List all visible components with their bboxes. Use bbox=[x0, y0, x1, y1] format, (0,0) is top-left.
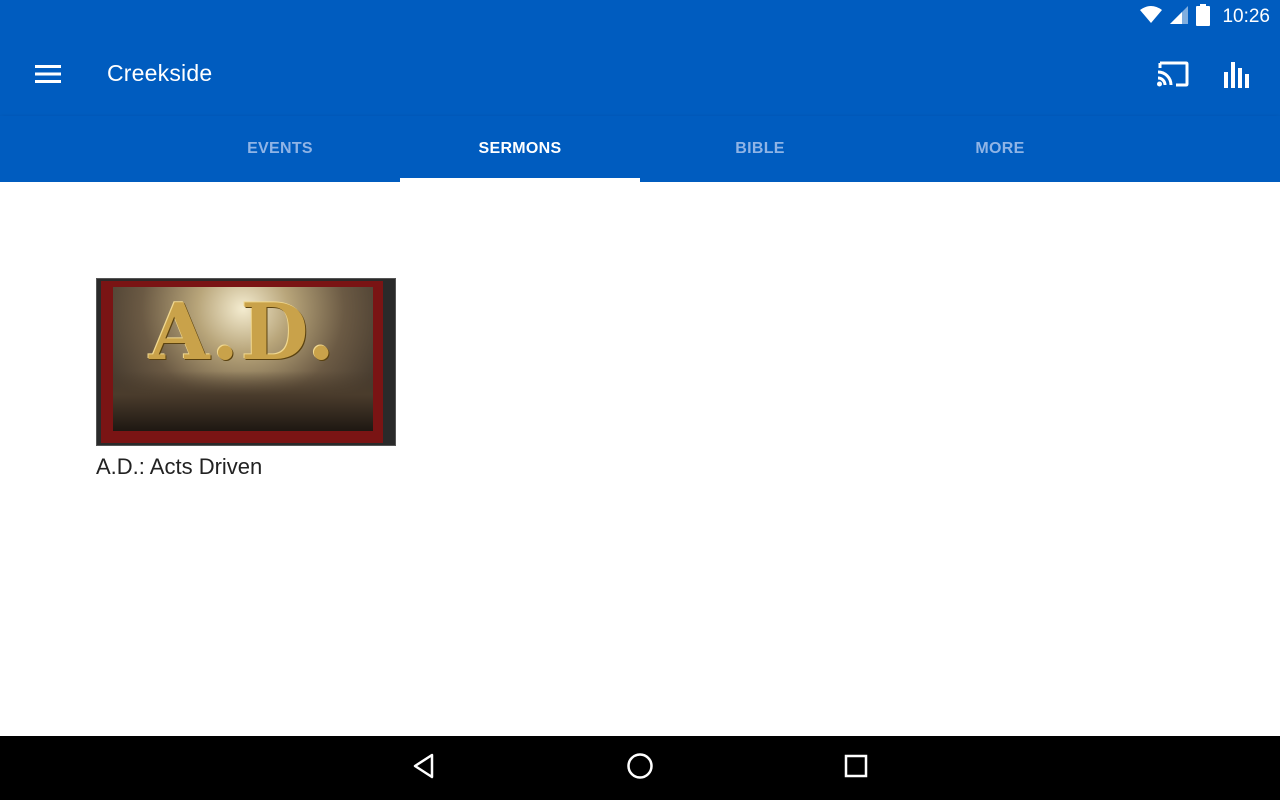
home-icon bbox=[626, 752, 654, 785]
status-icons: 10:26 bbox=[1140, 0, 1270, 34]
tab-sermons[interactable]: SERMONS bbox=[400, 116, 640, 182]
back-button[interactable] bbox=[404, 748, 444, 788]
status-time: 10:26 bbox=[1222, 6, 1270, 27]
app-bar: Creekside bbox=[0, 34, 1280, 116]
cell-signal-icon bbox=[1170, 5, 1189, 29]
menu-button[interactable] bbox=[26, 54, 70, 98]
tab-bar: EVENTS SERMONS BIBLE MORE bbox=[0, 116, 1280, 182]
sermon-card[interactable]: A.D. A.D.: Acts Driven bbox=[96, 278, 396, 480]
sermon-title: A.D.: Acts Driven bbox=[96, 454, 263, 479]
thumbnail-crowd bbox=[113, 371, 373, 431]
recents-button[interactable] bbox=[836, 748, 876, 788]
sermon-thumbnail[interactable]: A.D. bbox=[96, 278, 396, 446]
menu-icon bbox=[35, 64, 61, 88]
recents-icon bbox=[844, 754, 868, 783]
wifi-icon bbox=[1140, 5, 1163, 29]
status-bar: 10:26 bbox=[0, 0, 1280, 34]
back-icon bbox=[412, 753, 436, 784]
thumbnail-artwork: A.D. bbox=[113, 287, 373, 431]
system-nav-bar bbox=[0, 736, 1280, 800]
bar-chart-icon bbox=[1224, 60, 1250, 93]
cast-icon bbox=[1157, 61, 1189, 92]
home-button[interactable] bbox=[620, 748, 660, 788]
tab-bible[interactable]: BIBLE bbox=[640, 116, 880, 182]
tab-more[interactable]: MORE bbox=[880, 116, 1120, 182]
tab-events[interactable]: EVENTS bbox=[160, 116, 400, 182]
battery-icon bbox=[1196, 3, 1211, 31]
cast-button[interactable] bbox=[1150, 54, 1196, 98]
sermons-content: A.D. A.D.: Acts Driven bbox=[0, 182, 1280, 736]
stats-button[interactable] bbox=[1214, 54, 1260, 98]
app-title: Creekside bbox=[107, 60, 213, 86]
thumbnail-logo: A.D. bbox=[149, 287, 337, 378]
